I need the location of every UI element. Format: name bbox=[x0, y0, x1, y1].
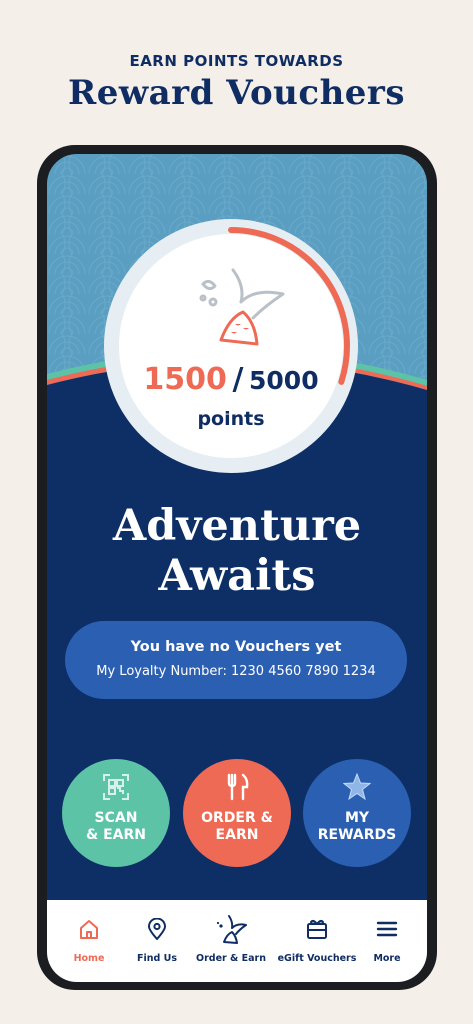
nav-order-earn[interactable]: Order & Earn bbox=[193, 900, 269, 982]
nav-more-label: More bbox=[373, 953, 401, 964]
my-rewards-button[interactable]: MY REWARDS bbox=[303, 759, 411, 867]
nav-find-us-label: Find Us bbox=[137, 953, 177, 964]
points-label: points bbox=[197, 408, 265, 430]
my-rewards-label: MY REWARDS bbox=[317, 810, 397, 843]
scan-earn-button[interactable]: SCAN & EARN bbox=[62, 759, 170, 867]
qr-code-icon bbox=[103, 774, 129, 800]
points-counter: 1500 / 5000 bbox=[103, 362, 359, 397]
bottom-navigation: Home Find Us Order & Earn eGift Vouchers… bbox=[47, 900, 427, 982]
points-total: 5000 bbox=[249, 366, 319, 395]
nav-find-us[interactable]: Find Us bbox=[125, 900, 189, 982]
nav-more[interactable]: More bbox=[363, 900, 411, 982]
voucher-status-card[interactable]: You have no Vouchers yet My Loyalty Numb… bbox=[65, 621, 407, 699]
starfish-icon bbox=[343, 773, 371, 801]
points-separator: / bbox=[232, 362, 244, 397]
order-earn-label: ORDER & EARN bbox=[201, 810, 273, 843]
location-pin-icon bbox=[148, 918, 166, 940]
headline-line-2: Awaits bbox=[158, 551, 316, 601]
nav-order-earn-label: Order & Earn bbox=[196, 953, 266, 964]
mermaid-tail-icon bbox=[199, 268, 285, 346]
voucher-status-title: You have no Vouchers yet bbox=[130, 639, 342, 655]
gift-card-icon bbox=[307, 919, 327, 939]
points-current: 1500 bbox=[143, 362, 227, 397]
menu-icon bbox=[376, 921, 398, 937]
mermaid-tail-icon bbox=[216, 915, 247, 944]
promo-subtitle: EARN POINTS TOWARDS bbox=[129, 52, 344, 70]
fork-knife-icon bbox=[227, 773, 249, 801]
nav-egift-vouchers-label: eGift Vouchers bbox=[277, 953, 357, 964]
nav-home-label: Home bbox=[73, 953, 105, 964]
home-icon bbox=[80, 920, 98, 939]
nav-home[interactable]: Home bbox=[57, 900, 121, 982]
order-earn-button[interactable]: ORDER & EARN bbox=[183, 759, 291, 867]
loyalty-number: My Loyalty Number: 1230 4560 7890 1234 bbox=[96, 664, 376, 679]
scan-earn-label: SCAN & EARN bbox=[86, 810, 146, 843]
headline-line-1: Adventure bbox=[112, 501, 362, 551]
promo-title: Reward Vouchers bbox=[68, 73, 405, 113]
nav-egift-vouchers[interactable]: eGift Vouchers bbox=[273, 900, 361, 982]
app-screen: 1500 / 5000 points Adventure Awaits You … bbox=[47, 154, 427, 982]
